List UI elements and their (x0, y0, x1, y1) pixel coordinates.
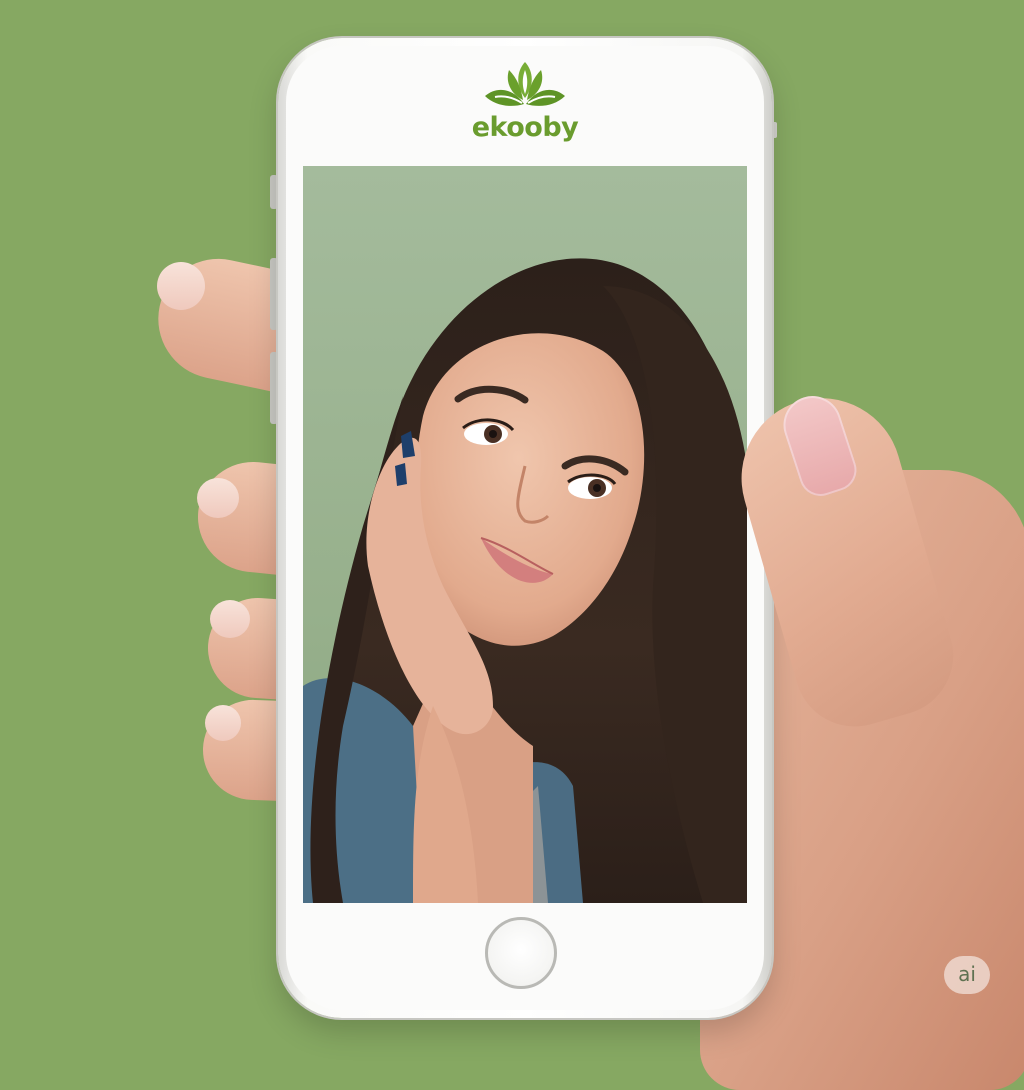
volume-down-button (270, 352, 278, 424)
scene: ekooby ai (0, 0, 1024, 1090)
fingernail (197, 478, 239, 518)
woman-portrait-image (303, 258, 747, 903)
mute-switch (270, 175, 278, 209)
fingernail (205, 705, 241, 741)
home-button[interactable] (485, 917, 557, 989)
fingernail (210, 600, 250, 638)
screen-photo (303, 166, 747, 903)
lotus-leaf-icon (485, 62, 565, 106)
fingernail (157, 262, 205, 310)
power-button (772, 122, 777, 138)
brand-logo: ekooby (440, 58, 610, 158)
brand-name: ekooby (471, 112, 579, 143)
volume-up-button (270, 258, 278, 330)
ai-watermark-badge: ai (944, 956, 990, 994)
